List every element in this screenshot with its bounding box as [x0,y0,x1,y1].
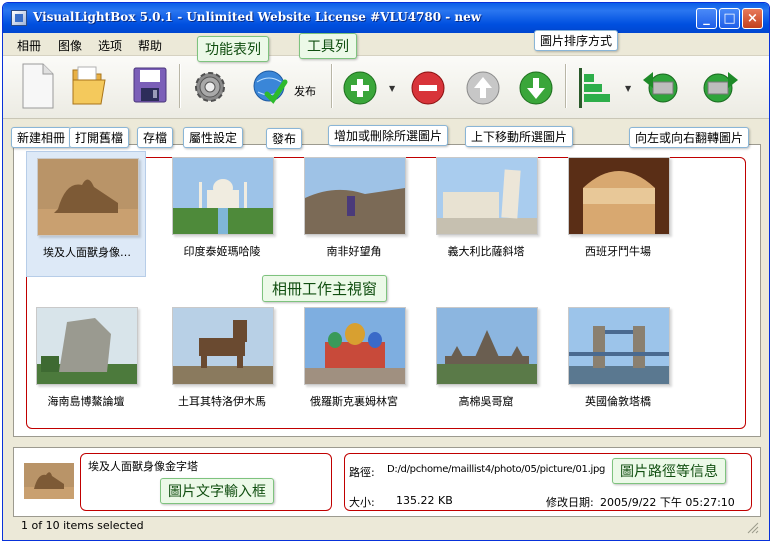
thumbnail-item[interactable]: 埃及人面獸身像… [26,151,146,277]
thumbnail-item[interactable]: 西班牙鬥牛場 [558,151,678,277]
annotation-path-info: 圖片路徑等信息 [612,458,726,484]
photo-taj-mahal [172,157,274,235]
annotation-text-input: 圖片文字輸入框 [160,478,274,504]
thumbnail-view[interactable]: 埃及人面獸身像… 印度泰姬瑪哈陵 南非好望角 義大利比薩斜塔 西班牙鬥牛場 海南… [13,144,761,437]
resize-grip-icon[interactable] [747,522,759,534]
rotate-left-icon[interactable] [641,62,685,110]
date-value: 2005/9/22 下午 05:27:10 [600,496,735,509]
thumbnail-caption: 南非好望角 [326,245,382,258]
maximize-button[interactable]: □ [719,8,740,29]
annotation-toolbar: 工具列 [299,33,357,59]
annotation-main-window: 相冊工作主視窗 [262,275,388,302]
toolbar-separator [179,64,181,108]
photo-tower-bridge [568,307,670,385]
annotation-rotate: 向左或向右翻轉圖片 [629,127,750,148]
annotation-add-remove: 增加或刪除所選圖片 [328,125,449,146]
move-up-icon[interactable] [464,62,504,110]
path-value: D:/d/pchome/maillist4/photo/05/picture/0… [387,464,606,475]
thumbnail-item[interactable]: 海南島博鰲論壇 [26,301,146,427]
annotation-save: 存檔 [137,127,174,148]
thumbnail-caption: 義大利比薩斜塔 [447,245,525,258]
thumbnail-caption: 埃及人面獸身像… [43,246,131,259]
selected-image-preview [24,463,74,499]
thumbnail-item[interactable]: 英國倫敦塔橋 [558,301,678,427]
size-label: 大小: [349,496,375,509]
status-bar: 1 of 10 items selected [3,516,769,540]
publish-label[interactable]: 发布 [294,83,316,99]
minimize-button[interactable]: _ [696,8,717,29]
toolbar-separator [331,64,333,108]
gear-icon[interactable] [189,62,231,110]
photo-angkor-wat [436,307,538,385]
annotation-properties: 屬性設定 [183,127,244,148]
rotate-right-icon[interactable] [696,62,740,110]
thumbnail-item[interactable]: 俄羅斯克裏姆林宮 [294,301,414,427]
thumbnail-caption: 海南島博鰲論壇 [47,395,125,408]
new-album-icon[interactable] [17,62,57,110]
photo-sphinx [37,158,139,236]
menu-help[interactable]: 帮助 [138,37,162,54]
image-info-panel: 埃及人面獸身像金字塔 圖片文字輸入框 路徑: D:/d/pchome/maill… [13,447,761,517]
annotation-publish: 發布 [266,128,303,149]
status-text: 1 of 10 items selected [21,519,144,532]
photo-cape-of-good-hope [304,157,406,235]
photo-trojan-horse [172,307,274,385]
app-window: VisualLightBox 5.0.1 - Unlimited Website… [2,2,770,541]
thumbnail-caption: 俄羅斯克裏姆林宮 [310,395,398,408]
photo-pisa-tower [436,157,538,235]
annotation-move: 上下移動所選圖片 [465,126,574,147]
menu-album[interactable]: 相冊 [17,37,41,54]
close-button[interactable]: × [742,8,763,29]
photo-kremlin [304,307,406,385]
globe-icon[interactable] [249,62,291,110]
add-icon[interactable] [341,62,381,110]
sort-dropdown-icon[interactable]: ▼ [625,84,631,93]
toolbar: 发布 ▼ ▼ [3,56,769,119]
annotation-sort: 圖片排序方式 [534,30,619,51]
photo-bullring [568,157,670,235]
move-down-icon[interactable] [517,62,557,110]
open-file-icon[interactable] [69,62,109,110]
sort-icon[interactable] [575,62,615,110]
annotation-new-album: 新建相冊 [11,127,72,148]
remove-icon[interactable] [409,62,449,110]
thumbnail-item[interactable]: 印度泰姬瑪哈陵 [162,151,282,277]
thumbnail-caption: 西班牙鬥牛場 [585,245,651,258]
thumbnail-item[interactable]: 土耳其特洛伊木馬 [162,301,282,427]
thumbnail-item[interactable]: 義大利比薩斜塔 [426,151,546,277]
annotation-open-file: 打開舊檔 [69,127,130,148]
thumbnail-caption: 印度泰姬瑪哈陵 [183,245,261,258]
thumbnail-caption: 高棉吳哥窟 [458,395,514,408]
thumbnail-caption: 英國倫敦塔橋 [585,395,651,408]
thumbnail-caption: 土耳其特洛伊木馬 [178,395,266,408]
title-bar[interactable]: VisualLightBox 5.0.1 - Unlimited Website… [3,3,769,33]
annotation-menu-bar: 功能表列 [197,36,269,62]
toolbar-separator [565,64,567,108]
thumbnail-item[interactable]: 南非好望角 [294,151,414,277]
date-label: 修改日期: [546,496,594,509]
thumbnail-item[interactable]: 高棉吳哥窟 [426,301,546,427]
description-input[interactable]: 埃及人面獸身像金字塔 [88,458,328,474]
menu-image[interactable]: 图像 [58,37,82,54]
menu-options[interactable]: 选项 [98,37,122,54]
path-label: 路徑: [349,466,375,479]
add-dropdown-icon[interactable]: ▼ [389,84,395,93]
save-icon[interactable] [129,62,169,110]
photo-boao-forum [36,307,138,385]
menu-bar: 相冊 图像 选项 帮助 [3,33,769,56]
window-title: VisualLightBox 5.0.1 - Unlimited Website… [33,10,482,24]
app-icon [11,10,27,26]
size-value: 135.22 KB [396,494,453,507]
